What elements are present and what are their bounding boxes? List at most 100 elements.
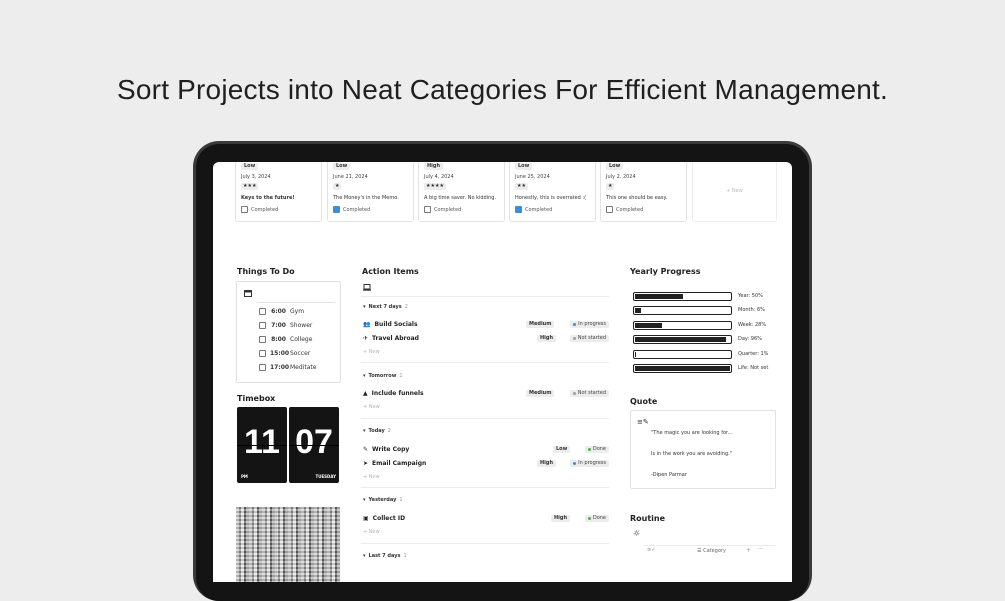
progress-label: Quarter: 1% [738,350,769,357]
gallery-card[interactable]: Low July 3, 2024 ★★★ Keys to the future!… [235,162,322,222]
column-label: Category [703,548,726,554]
routine-category-header[interactable]: ☰ Category [697,548,726,554]
clock-day: TUESDAY [315,474,336,479]
todo-checkbox[interactable] [259,350,266,357]
todo-item[interactable]: 6:00 Gym [259,308,304,315]
status-label: Done [592,446,606,452]
card-note: This one should be easy. [606,195,668,201]
action-items-title: Action Items [362,267,419,276]
gallery-card[interactable]: Low June 25, 2024 ★★ Honestly, this is o… [509,162,596,222]
divider [361,296,609,297]
todo-checkbox[interactable] [259,336,266,343]
status-tag: Done [584,515,609,522]
progress-label: Year: 50% [738,293,763,299]
card-note: The Money's in the Memo. [333,195,399,201]
progress-bar [633,320,732,330]
gallery-card[interactable]: Low July 2, 2024 ★ This one should be ea… [600,162,687,222]
todo-checkbox[interactable] [259,364,266,371]
todo-item[interactable]: 8:00 College [259,336,312,343]
todo-item[interactable]: 7:00 Shower [259,322,312,329]
clock-ampm: PM [241,474,248,479]
status-tag: Not started [569,390,609,397]
completed-checkbox[interactable] [241,206,248,213]
new-item-button[interactable]: + New [363,529,380,535]
id-card-icon: ▣ [363,515,369,522]
rating-badge: ★★★★ [424,183,446,190]
progress-bar [633,364,732,373]
people-icon: 👥 [363,321,371,328]
priority-tag: Medium [526,390,555,397]
todo-item[interactable]: 17:00 Meditate [259,364,316,371]
status-label: In progress [578,321,606,327]
progress-fill [635,366,730,371]
status-dot [587,517,591,520]
action-item-title: Travel Abroad [372,335,419,342]
group-header-yesterday[interactable]: ▾ Yesterday 1 [363,497,403,503]
card-date: July 4, 2024 [424,174,454,180]
priority-tag: High [537,460,557,467]
quote-icon: ≡✎ [637,418,649,426]
group-label: Yesterday [368,497,397,503]
action-item-title: Write Copy [372,446,410,453]
group-count: 1 [399,497,403,503]
new-item-button[interactable]: + New [363,349,380,355]
group-count: 1 [403,553,407,559]
progress-fill [635,351,636,357]
rating-badge: ★ [606,183,615,190]
todo-time: 17:00 [270,364,290,371]
new-item-button[interactable]: + New [363,404,380,410]
todo-time: 6:00 [271,308,286,315]
card-date: July 3, 2024 [241,174,271,180]
flip-clock-hour: 11 PM [237,407,287,483]
group-label: Last 7 days [368,553,401,559]
group-header-tomorrow[interactable]: ▾ Tomorrow 1 [363,373,403,379]
completed-checkbox[interactable] [424,206,431,213]
routine-title: Routine [630,514,666,523]
todo-time: 8:00 [271,336,286,343]
headline: Sort Projects into Neat Categories For E… [117,74,888,105]
card-date: June 21, 2024 [333,174,368,180]
priority-badge: Low [241,163,259,170]
caret-down-icon: ▾ [363,373,366,379]
calendar-icon [244,290,252,297]
card-date: June 25, 2024 [515,174,550,180]
progress-label: Month: 6% [738,307,765,314]
todo-checkbox[interactable] [259,322,266,329]
add-column-icon[interactable]: + [746,547,751,554]
rating-badge: ★★ [515,183,528,190]
progress-label: Week: 28% [738,321,767,328]
completed-checkbox[interactable] [515,206,522,213]
rating-badge: ★ [333,183,342,190]
new-card-button[interactable]: + New [692,162,777,222]
flip-clock-minute: 07 TUESDAY [289,407,339,483]
todo-task: Shower [290,322,313,329]
priority-tag: High [537,335,557,342]
group-count: 2 [404,304,408,310]
todo-checkbox[interactable] [259,308,266,315]
quote-line-1: "The magic you are looking for... [651,430,733,436]
quote-line-2: Is in the work you are avoiding." [651,451,733,457]
new-item-button[interactable]: + New [363,474,380,480]
action-item-title: Email Campaign [372,460,427,467]
quote-author: -Dipen Parmar [651,472,687,478]
funnel-icon: ▲ [363,390,368,397]
todo-time: 15:00 [270,350,290,357]
gallery-card[interactable]: High July 4, 2024 ★★★★ A big time saver.… [418,162,505,222]
group-label: Today [368,428,385,434]
caret-down-icon: ▾ [363,497,366,503]
completed-checkbox[interactable] [606,206,613,213]
priority-badge: Low [333,163,351,170]
progress-bar [633,292,732,301]
todo-item[interactable]: 15:00 Soccer [259,350,310,357]
status-label: Done [592,515,606,521]
send-icon: ➤ [363,460,369,467]
more-options-icon[interactable]: ··· [758,546,764,553]
group-header-today[interactable]: ▾ Today 2 [363,428,391,434]
group-header-last-7-days[interactable]: ▾ Last 7 days 1 [363,553,407,559]
group-header-next-7-days[interactable]: ▾ Next 7 days 2 [363,304,408,310]
status-tag: Not started [569,335,609,342]
completed-checkbox[interactable] [333,206,340,213]
card-note: A big time saver. No kidding. [424,195,497,201]
progress-label: Day: 96% [738,336,762,343]
gallery-card[interactable]: Low June 21, 2024 ★ The Money's in the M… [327,162,414,222]
